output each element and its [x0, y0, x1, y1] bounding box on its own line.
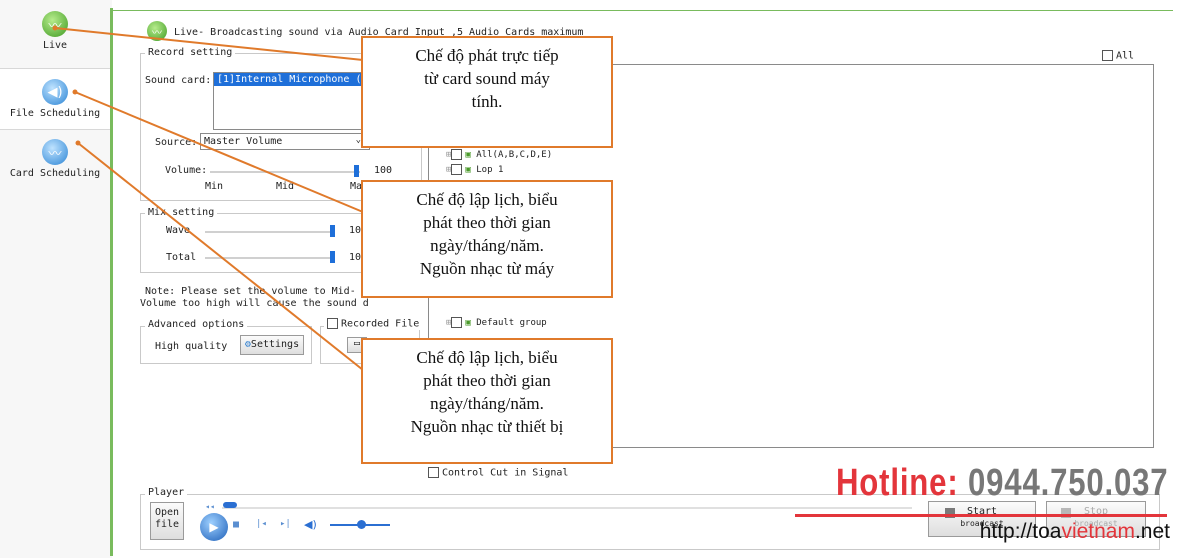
- callout-file-line-4: Nguồn nhạc từ máy: [419, 259, 555, 278]
- annotation-line-2: [74, 91, 364, 213]
- callout-card-scheduling: Chế độ lập lịch, biểu phát theo thời gia…: [361, 338, 613, 464]
- callout-file-scheduling: Chế độ lập lịch, biểu phát theo thời gia…: [361, 180, 613, 298]
- url-highlight: vietnam: [1061, 520, 1135, 543]
- annotation-line-1: [54, 27, 364, 61]
- callout-live: Chế độ phát trực tiếp từ card sound máy …: [361, 36, 613, 148]
- callout-card-line-1: Chế độ lập lịch, biểu: [416, 348, 558, 367]
- url-suffix: .net: [1134, 520, 1170, 543]
- hotline-number: 0944.750.037: [967, 462, 1168, 504]
- callout-card-line-2: phát theo thời gian: [423, 371, 551, 390]
- hotline-watermark: Hotline: 0944.750.037: [836, 462, 1168, 505]
- callout-file-line-2: phát theo thời gian: [423, 213, 551, 232]
- hotline-label: Hotline:: [835, 462, 959, 504]
- callout-file-line-3: ngày/tháng/năm.: [430, 236, 544, 255]
- annotation-line-3: [77, 142, 364, 371]
- callout-live-line-1: Chế độ phát trực tiếp: [415, 46, 559, 65]
- callout-file-line-1: Chế độ lập lịch, biểu: [416, 190, 558, 209]
- callout-card-line-3: ngày/tháng/năm.: [430, 394, 544, 413]
- callout-card-line-4: Nguồn nhạc từ thiết bị: [410, 417, 564, 436]
- callout-live-line-3: tính.: [471, 92, 503, 111]
- callout-live-line-2: từ card sound máy: [424, 69, 550, 88]
- hotline-underline: [795, 514, 1167, 517]
- url-prefix: http://toa: [979, 520, 1062, 543]
- url-watermark: http://toavietnam.net: [980, 520, 1170, 544]
